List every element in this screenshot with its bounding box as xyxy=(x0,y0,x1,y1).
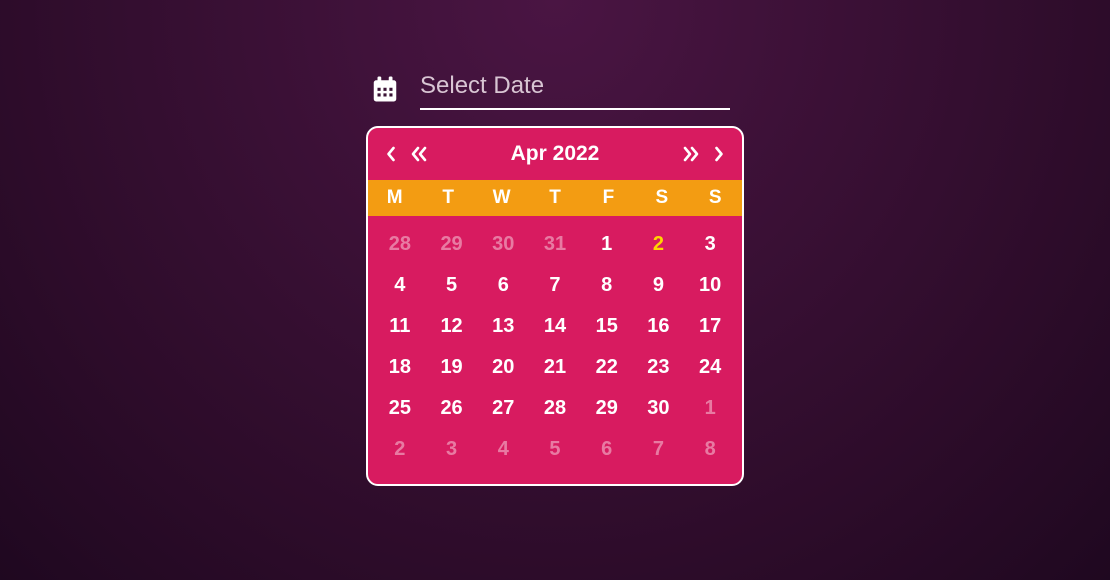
date-input-row xyxy=(366,68,730,110)
day-cell[interactable]: 26 xyxy=(426,388,478,429)
chevron-right-icon xyxy=(713,146,724,162)
day-cell[interactable]: 1 xyxy=(684,388,736,429)
day-cell[interactable]: 10 xyxy=(684,265,736,306)
day-cell[interactable]: 20 xyxy=(477,347,529,388)
day-cell[interactable]: 2 xyxy=(633,224,685,265)
day-cell[interactable]: 4 xyxy=(477,429,529,470)
day-cell[interactable]: 2 xyxy=(374,429,426,470)
day-cell[interactable]: 12 xyxy=(426,306,478,347)
day-cell[interactable]: 30 xyxy=(633,388,685,429)
next-month-button[interactable] xyxy=(713,146,724,162)
weekday-row: MTWTFSS xyxy=(368,180,742,216)
day-cell[interactable]: 22 xyxy=(581,347,633,388)
day-cell[interactable]: 27 xyxy=(477,388,529,429)
day-cell[interactable]: 11 xyxy=(374,306,426,347)
day-cell[interactable]: 9 xyxy=(633,265,685,306)
datepicker: Apr 2022 MTWTFSS 28293031123456789101112… xyxy=(366,68,744,486)
weekday-header: M xyxy=(368,180,421,216)
day-cell[interactable]: 21 xyxy=(529,347,581,388)
calendar-header: Apr 2022 xyxy=(368,128,742,180)
day-cell[interactable]: 14 xyxy=(529,306,581,347)
day-cell[interactable]: 18 xyxy=(374,347,426,388)
day-cell[interactable]: 24 xyxy=(684,347,736,388)
day-cell[interactable]: 3 xyxy=(426,429,478,470)
day-cell[interactable]: 29 xyxy=(581,388,633,429)
day-cell[interactable]: 13 xyxy=(477,306,529,347)
weekday-header: S xyxy=(635,180,688,216)
day-cell[interactable]: 6 xyxy=(477,265,529,306)
day-cell[interactable]: 17 xyxy=(684,306,736,347)
day-cell[interactable]: 29 xyxy=(426,224,478,265)
day-cell[interactable]: 28 xyxy=(374,224,426,265)
day-cell[interactable]: 25 xyxy=(374,388,426,429)
day-cell[interactable]: 3 xyxy=(684,224,736,265)
weekday-header: W xyxy=(475,180,528,216)
date-input[interactable] xyxy=(420,68,730,110)
day-cell[interactable]: 31 xyxy=(529,224,581,265)
chevron-left-icon xyxy=(386,146,397,162)
double-chevron-right-icon xyxy=(681,146,701,162)
calendar-panel: Apr 2022 MTWTFSS 28293031123456789101112… xyxy=(366,126,744,486)
weekday-header: S xyxy=(689,180,742,216)
day-cell[interactable]: 1 xyxy=(581,224,633,265)
day-cell[interactable]: 5 xyxy=(426,265,478,306)
nav-prev-group xyxy=(386,146,429,162)
day-cell[interactable]: 7 xyxy=(633,429,685,470)
weekday-header: F xyxy=(582,180,635,216)
day-cell[interactable]: 6 xyxy=(581,429,633,470)
weekday-header: T xyxy=(528,180,581,216)
day-cell[interactable]: 8 xyxy=(581,265,633,306)
day-cell[interactable]: 5 xyxy=(529,429,581,470)
prev-year-button[interactable] xyxy=(409,146,429,162)
weekday-header: T xyxy=(421,180,474,216)
day-cell[interactable]: 16 xyxy=(633,306,685,347)
days-grid: 2829303112345678910111213141516171819202… xyxy=(368,216,742,484)
day-cell[interactable]: 15 xyxy=(581,306,633,347)
month-year-label[interactable]: Apr 2022 xyxy=(511,142,600,166)
day-cell[interactable]: 23 xyxy=(633,347,685,388)
day-cell[interactable]: 30 xyxy=(477,224,529,265)
next-year-button[interactable] xyxy=(681,146,701,162)
day-cell[interactable]: 7 xyxy=(529,265,581,306)
day-cell[interactable]: 28 xyxy=(529,388,581,429)
day-cell[interactable]: 4 xyxy=(374,265,426,306)
double-chevron-left-icon xyxy=(409,146,429,162)
calendar-icon xyxy=(370,74,400,104)
nav-next-group xyxy=(681,146,724,162)
day-cell[interactable]: 19 xyxy=(426,347,478,388)
day-cell[interactable]: 8 xyxy=(684,429,736,470)
prev-month-button[interactable] xyxy=(386,146,397,162)
